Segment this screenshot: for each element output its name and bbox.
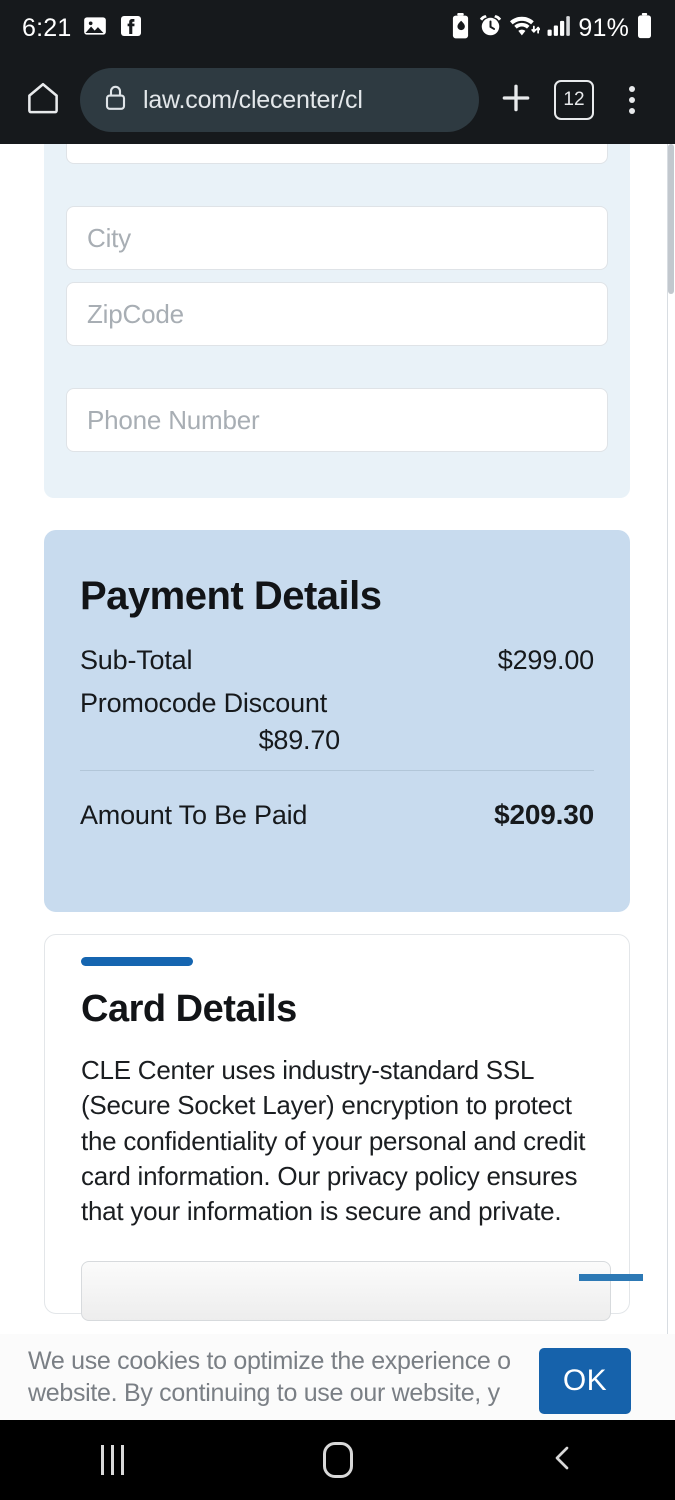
city-placeholder: City	[87, 222, 131, 253]
battery-percent: 91%	[578, 13, 629, 42]
total-value: $209.30	[494, 799, 594, 830]
url-text: law.com/clecenter/cl	[143, 85, 363, 114]
total-label: Amount To Be Paid	[80, 799, 308, 830]
home-icon	[24, 79, 62, 122]
card-details-title: Card Details	[81, 988, 297, 1030]
discount-label: Promocode Discount	[80, 688, 328, 718]
address-field-partial[interactable]	[66, 144, 608, 164]
status-bar-left: 6:21	[22, 13, 143, 44]
new-tab-button[interactable]	[489, 73, 543, 127]
overflow-menu-icon	[629, 86, 635, 114]
card-number-field[interactable]	[81, 1261, 611, 1321]
card-details-body: CLE Center uses industry-standard SSL (S…	[81, 1055, 586, 1227]
home-button[interactable]	[16, 73, 70, 127]
status-bar-right: 91%	[450, 12, 653, 44]
facebook-icon	[119, 14, 143, 43]
battery-saver-icon	[450, 12, 471, 44]
tab-switcher-button[interactable]: 12	[547, 73, 601, 127]
photos-icon	[82, 13, 108, 44]
cookie-banner-text: We use cookies to optimize the experienc…	[28, 1347, 511, 1407]
phone-field[interactable]: Phone Number	[66, 388, 608, 452]
url-bar[interactable]: law.com/clecenter/cl	[80, 68, 479, 132]
payment-details-card: Payment Details Sub-Total $299.00 Promoc…	[44, 530, 630, 912]
zipcode-placeholder: ZipCode	[87, 298, 184, 329]
tab-count-badge: 12	[554, 80, 594, 120]
city-field[interactable]: City	[66, 206, 608, 270]
subtotal-row: Sub-Total $299.00	[80, 645, 594, 676]
browser-toolbar: law.com/clecenter/cl 12	[0, 56, 675, 144]
payment-divider	[80, 770, 594, 771]
back-button[interactable]	[518, 1420, 608, 1500]
signal-bars-icon	[547, 13, 571, 43]
payment-details-title: Payment Details	[80, 574, 382, 618]
phone-placeholder: Phone Number	[87, 404, 260, 435]
wifi-icon	[510, 13, 541, 43]
home-icon	[322, 1442, 353, 1478]
battery-icon	[636, 12, 653, 44]
android-nav-bar	[0, 1420, 675, 1500]
zipcode-field[interactable]: ZipCode	[66, 282, 608, 346]
page-scrollbar[interactable]	[667, 144, 675, 1334]
discount-value: $89.70	[258, 725, 341, 755]
recents-icon	[101, 1445, 124, 1475]
phone-screen: 6:21 91% law.com/clecenter/cl 12 City Zi…	[0, 0, 675, 1500]
blue-accent-strip	[579, 1274, 643, 1281]
lock-icon	[102, 83, 129, 118]
back-icon	[547, 1442, 579, 1479]
cookie-accept-button[interactable]: OK	[539, 1348, 631, 1414]
subtotal-value: $299.00	[497, 645, 594, 675]
scrollbar-thumb[interactable]	[668, 144, 674, 294]
recents-button[interactable]	[68, 1420, 158, 1500]
plus-icon	[496, 78, 536, 123]
browser-menu-button[interactable]	[605, 73, 659, 127]
home-button-nav[interactable]	[293, 1420, 383, 1500]
status-bar: 6:21 91%	[0, 0, 675, 56]
discount-row: Promocode Discount $89.70	[80, 688, 594, 756]
subtotal-label: Sub-Total	[80, 645, 193, 675]
accent-bar	[81, 957, 193, 966]
address-form-section: City ZipCode Phone Number	[44, 144, 630, 498]
card-details-section: Card Details CLE Center uses industry-st…	[44, 934, 643, 1321]
status-clock: 6:21	[22, 13, 72, 42]
amount-to-be-paid-row: Amount To Be Paid $209.30	[80, 799, 594, 831]
alarm-clock-icon	[478, 13, 503, 43]
page-viewport: City ZipCode Phone Number Payment Detail…	[0, 144, 675, 1334]
